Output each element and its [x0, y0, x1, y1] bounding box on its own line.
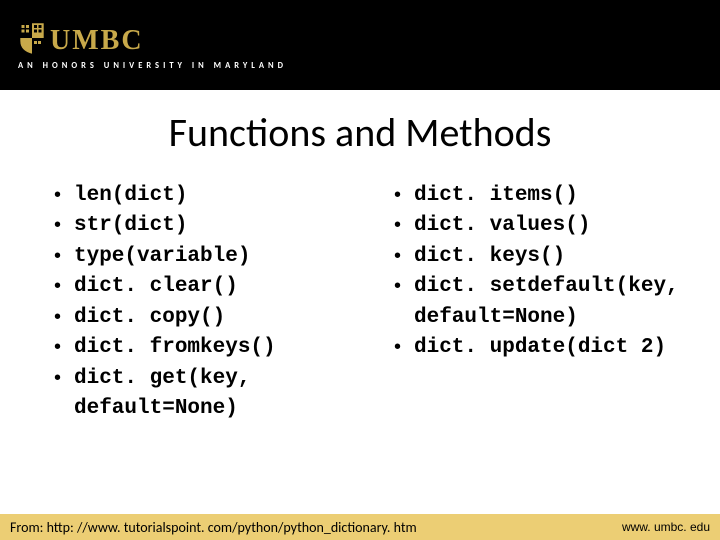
list-item: dict. clear(): [50, 272, 350, 302]
list-item: dict. get(key, default=None): [50, 364, 350, 425]
footer-site: www. umbc. edu: [622, 520, 710, 534]
right-list: dict. items()dict. values()dict. keys()d…: [390, 181, 690, 364]
logo-text: UMBC: [50, 27, 144, 55]
list-item: dict. items(): [390, 181, 690, 211]
content-columns: len(dict)str(dict)type(variable)dict. cl…: [0, 181, 720, 540]
header-bar: UMBC AN HONORS UNIVERSITY IN MARYLAND: [0, 0, 720, 90]
right-column: dict. items()dict. values()dict. keys()d…: [390, 181, 690, 540]
list-item: dict. copy(): [50, 303, 350, 333]
list-item: str(dict): [50, 211, 350, 241]
slide-title: Functions and Methods: [0, 108, 720, 157]
list-item: dict. fromkeys(): [50, 333, 350, 363]
list-item: dict. update(dict 2): [390, 333, 690, 363]
left-list: len(dict)str(dict)type(variable)dict. cl…: [50, 181, 350, 425]
footer-source: From: http: //www. tutorialspoint. com/p…: [10, 519, 417, 536]
shield-icon: [18, 21, 46, 55]
footer-bar: From: http: //www. tutorialspoint. com/p…: [0, 514, 720, 540]
list-item: dict. setdefault(key, default=None): [390, 272, 690, 333]
list-item: len(dict): [50, 181, 350, 211]
list-item: type(variable): [50, 242, 350, 272]
list-item: dict. keys(): [390, 242, 690, 272]
slide: UMBC AN HONORS UNIVERSITY IN MARYLAND Fu…: [0, 0, 720, 540]
left-column: len(dict)str(dict)type(variable)dict. cl…: [50, 181, 350, 540]
logo-row: UMBC: [18, 21, 702, 55]
list-item: dict. values(): [390, 211, 690, 241]
tagline: AN HONORS UNIVERSITY IN MARYLAND: [18, 61, 702, 71]
